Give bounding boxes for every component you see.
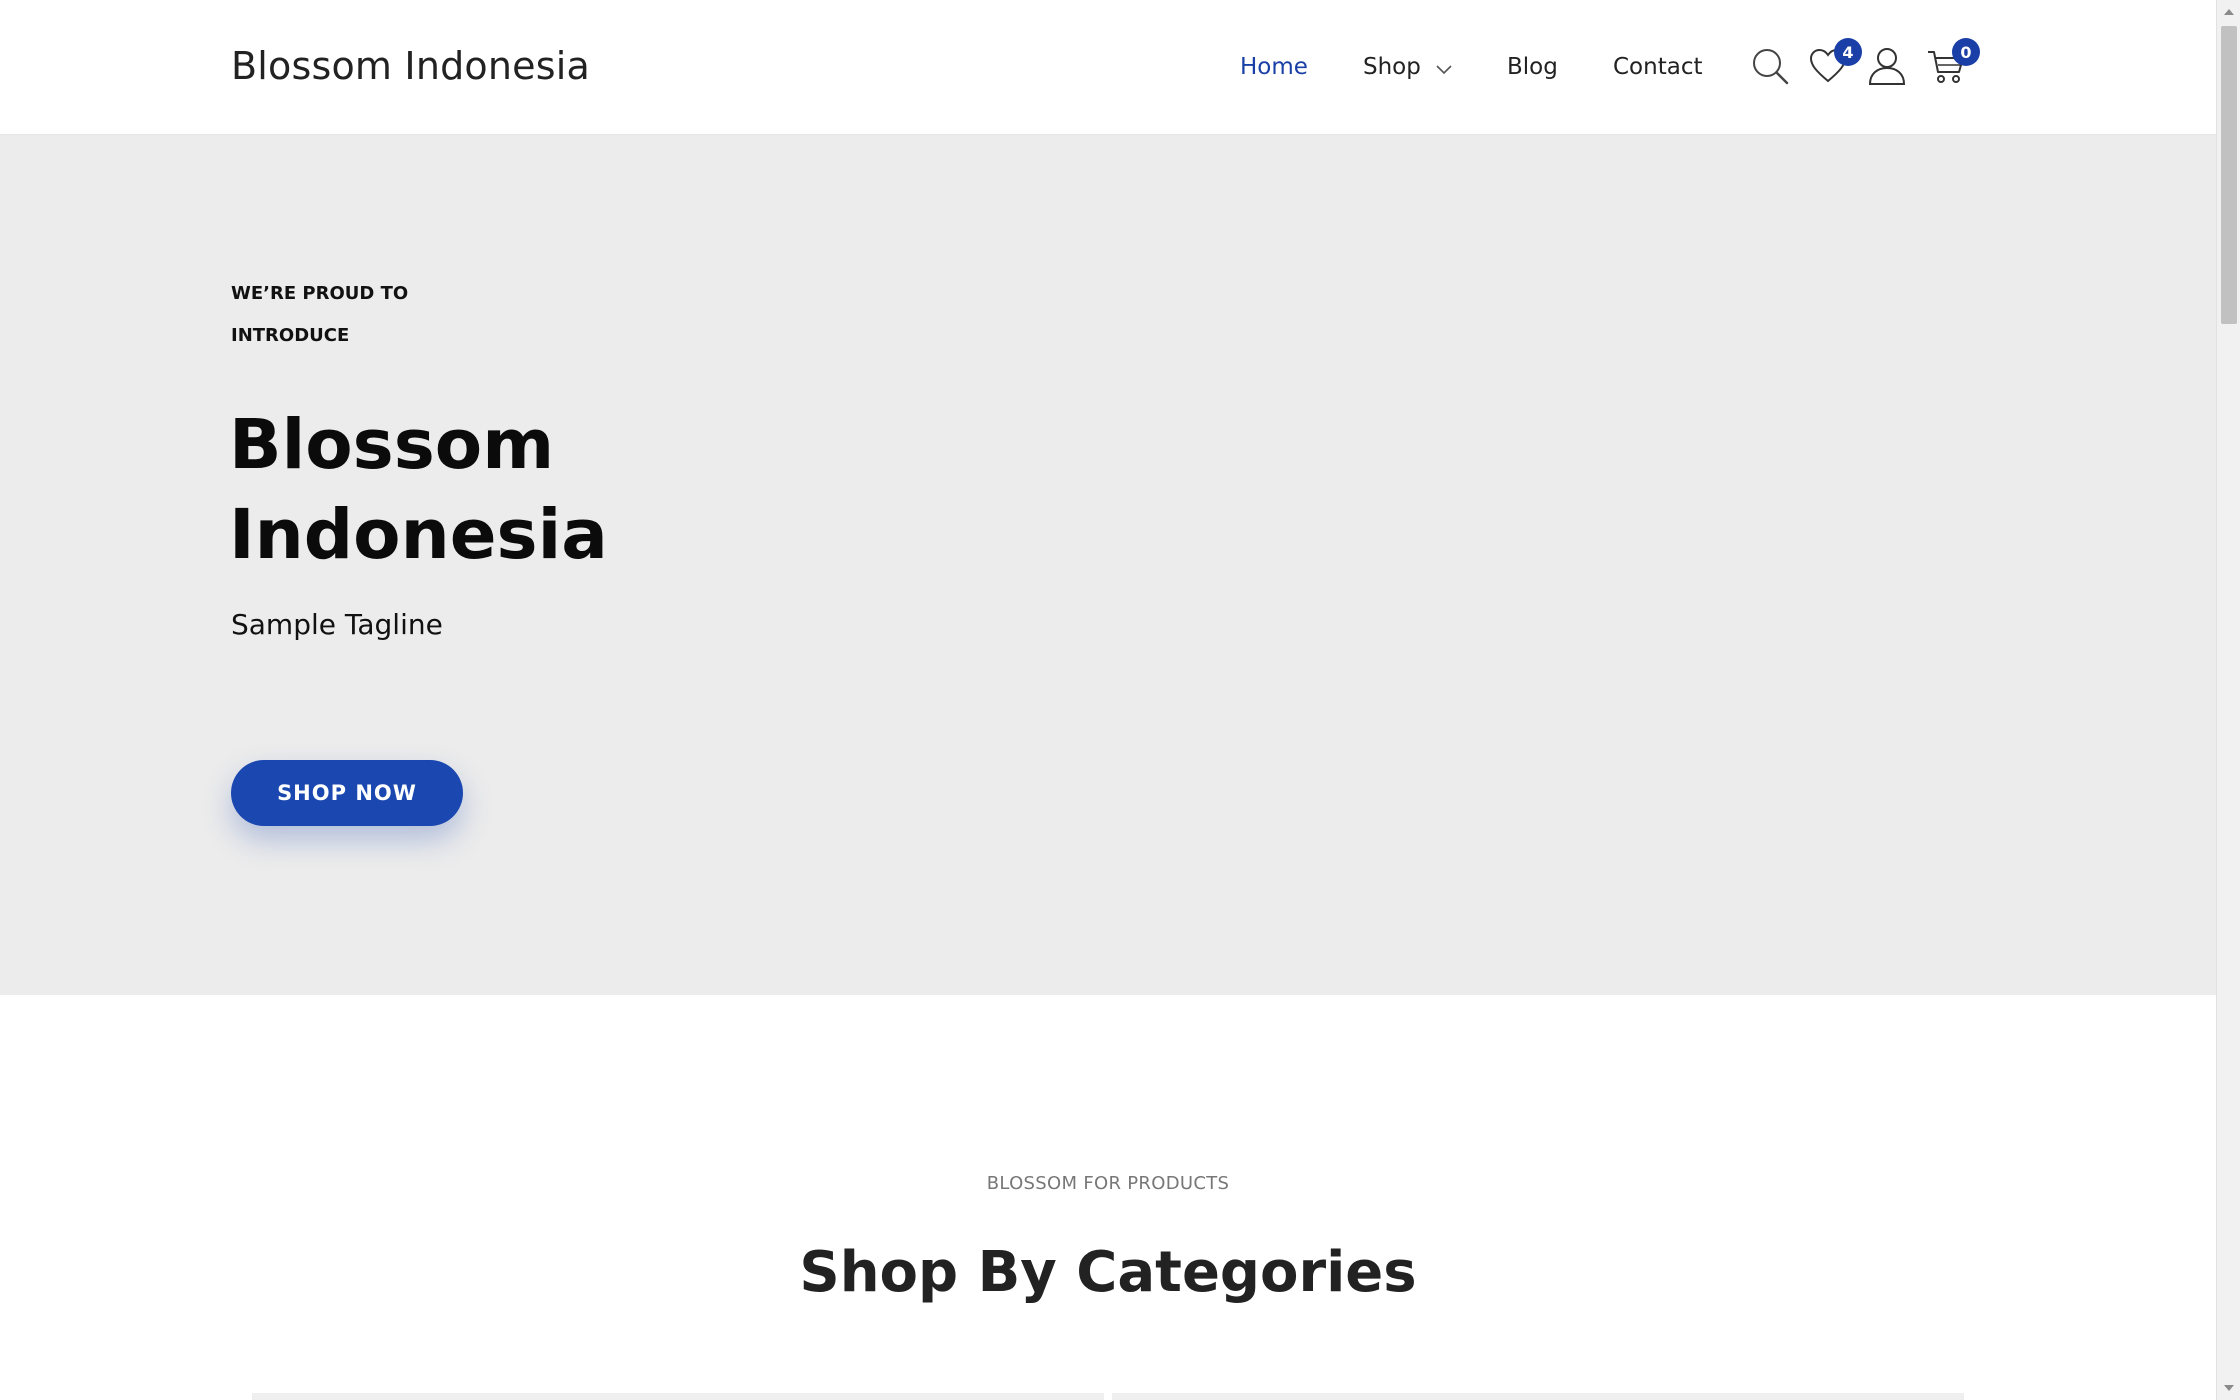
cart-button[interactable]: 0 (1926, 38, 1980, 86)
category-card[interactable] (252, 1393, 1104, 1400)
user-icon (1868, 48, 1906, 85)
hero-tagline: Sample Tagline (231, 608, 443, 641)
wishlist-button[interactable]: 4 (1808, 38, 1862, 86)
nav-home[interactable]: Home (1240, 54, 1308, 80)
nav-shop[interactable]: Shop (1363, 54, 1452, 81)
hero-section: WE’RE PROUD TO INTRODUCE Blossom Indones… (0, 135, 2216, 995)
search-button[interactable] (1750, 46, 1790, 86)
nav-shop-label: Shop (1363, 54, 1421, 80)
categories-eyebrow: BLOSSOM FOR PRODUCTS (986, 1173, 1230, 1194)
chevron-down-icon (1436, 55, 1452, 81)
nav-blog[interactable]: Blog (1507, 54, 1558, 80)
triangle-down-icon (2224, 1385, 2234, 1391)
hero-eyebrow: WE’RE PROUD TO INTRODUCE (231, 283, 409, 346)
shop-now-button[interactable]: SHOP NOW (231, 760, 463, 826)
page-scrollbar[interactable] (2216, 0, 2240, 1400)
wishlist-count-badge: 4 (1834, 38, 1862, 66)
categories-title: Shop By Categories (799, 1240, 1417, 1305)
site-header: Blossom Indonesia Home Shop Blog Contact… (0, 0, 2216, 135)
cart-count-badge: 0 (1952, 38, 1980, 66)
search-icon (1753, 49, 1789, 85)
scroll-down-button[interactable] (2217, 1376, 2240, 1400)
nav-contact[interactable]: Contact (1613, 54, 1702, 80)
account-button[interactable] (1867, 46, 1907, 86)
scroll-up-button[interactable] (2217, 0, 2240, 24)
scrollbar-thumb[interactable] (2221, 26, 2237, 324)
triangle-up-icon (2224, 9, 2234, 15)
category-card[interactable] (1112, 1393, 1964, 1400)
hero-title: Blossom Indonesia (229, 405, 608, 575)
